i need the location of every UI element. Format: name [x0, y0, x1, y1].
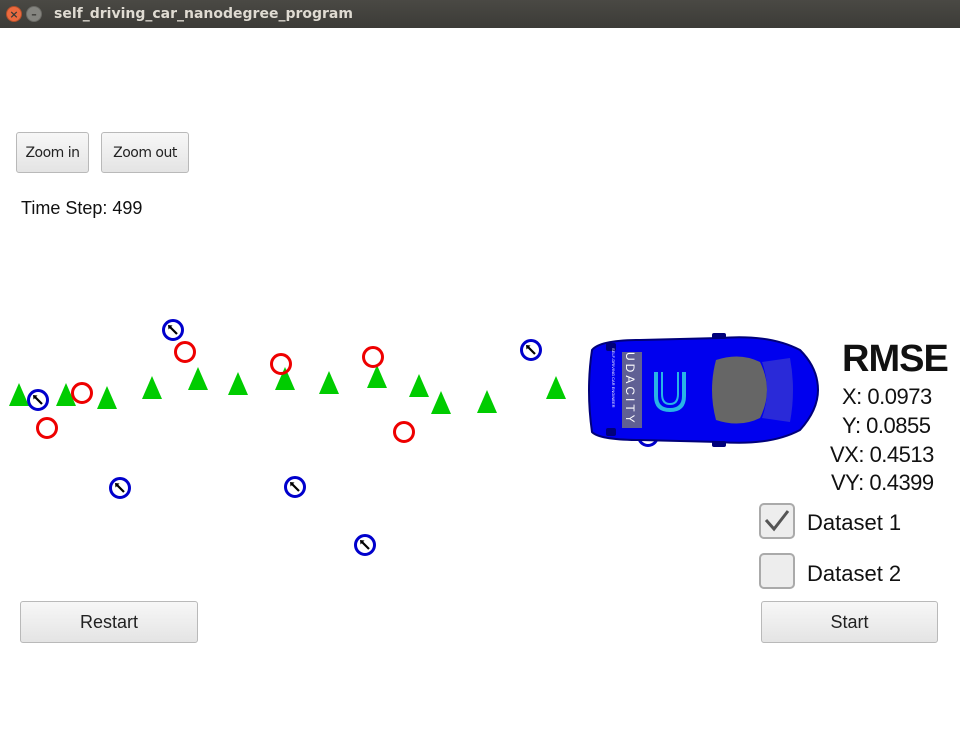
estimate-marker [477, 390, 497, 413]
start-button[interactable]: Start [761, 601, 938, 643]
radar-marker [109, 477, 131, 499]
estimate-marker [9, 383, 29, 406]
car-brand-text: UDACITY [623, 352, 637, 426]
radar-marker [162, 319, 184, 341]
dataset-2-checkbox[interactable] [759, 553, 795, 589]
rmse-vx-value: VX: 0.4513 [830, 442, 934, 467]
estimate-marker [367, 365, 387, 388]
estimate-marker [228, 372, 248, 395]
dataset-1-label[interactable]: Dataset 1 [807, 510, 901, 536]
estimate-marker [409, 374, 429, 397]
radar-markers [27, 319, 659, 556]
dataset-1-checkbox[interactable] [759, 503, 795, 539]
restart-button[interactable]: Restart [20, 601, 198, 643]
lidar-marker [270, 353, 292, 375]
estimate-marker [546, 376, 566, 399]
window-titlebar: × – self_driving_car_nanodegree_program [0, 0, 960, 28]
estimate-marker [319, 371, 339, 394]
rmse-x-value: X: 0.0973 [842, 384, 932, 409]
estimate-marker [275, 367, 295, 390]
estimate-marker [431, 391, 451, 414]
lidar-marker [393, 421, 415, 443]
lidar-marker [71, 382, 93, 404]
radar-marker [27, 389, 49, 411]
car-icon: UDACITY SELF-DRIVING CAR ENGINEER [588, 333, 820, 447]
rmse-vy-value: VY: 0.4399 [831, 470, 934, 495]
lidar-marker [36, 417, 58, 439]
lidar-markers [36, 341, 415, 443]
rmse-y-value: Y: 0.0855 [842, 413, 931, 438]
estimate-marker [97, 386, 117, 409]
dataset-2-label[interactable]: Dataset 2 [807, 561, 901, 587]
car-sub-text: SELF-DRIVING CAR ENGINEER [611, 348, 616, 408]
lidar-marker [362, 346, 384, 368]
radar-marker [520, 339, 542, 361]
minimize-window-button[interactable]: – [26, 6, 42, 22]
close-window-button[interactable]: × [6, 6, 22, 22]
estimate-marker [142, 376, 162, 399]
rmse-title: RMSE [842, 338, 949, 380]
checkmark-icon [764, 510, 790, 532]
lidar-marker [174, 341, 196, 363]
estimate-marker [188, 367, 208, 390]
radar-marker [284, 476, 306, 498]
window-title: self_driving_car_nanodegree_program [54, 6, 353, 22]
radar-marker [354, 534, 376, 556]
